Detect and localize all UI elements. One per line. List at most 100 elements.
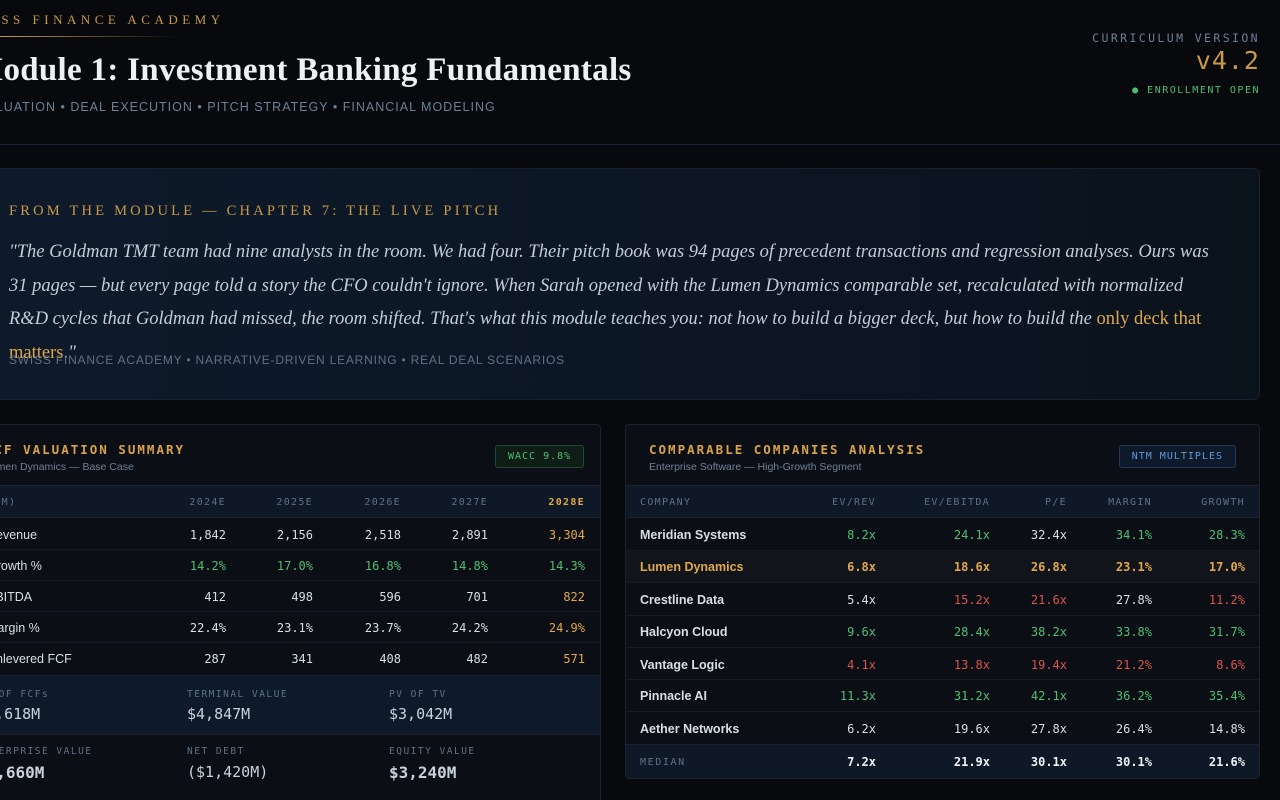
quote-body: "The Goldman TMT team had nine analysts … (9, 242, 1209, 329)
median-cell: 30.1x (1030, 755, 1067, 769)
dcf-table-header: ($M) 2024E 2025E 2026E 2027E 2028E (0, 485, 600, 518)
table-cell: 24.2% (451, 621, 488, 635)
dcf-subtitle: Lumen Dynamics — Base Case (0, 461, 134, 473)
comps-col-ev-rev: EV/REV (832, 497, 876, 508)
comps-col-company: COMPANY (640, 497, 692, 508)
net-debt-value: ($1,420M) (187, 763, 269, 781)
brand-divider (0, 36, 180, 37)
table-cell: 9.6x (847, 625, 876, 639)
company-name: Crestline Data (640, 593, 725, 607)
table-cell: 1,842 (189, 528, 226, 542)
table-cell: 24.9% (548, 621, 585, 635)
dcf-summary-top: PV OF FCFs $1,618M TERMINAL VALUE $4,847… (0, 675, 600, 735)
table-row: Meridian Systems 8.2x 24.1x 32.4x 34.1% … (626, 519, 1259, 551)
table-cell: 14.8% (1208, 722, 1245, 736)
table-cell: 412 (204, 590, 226, 604)
table-row: Margin % 22.4% 23.1% 23.7% 24.2% 24.9% (0, 612, 600, 643)
dcf-title: DCF VALUATION SUMMARY (0, 442, 186, 457)
enterprise-value-label: ENTERPRISE VALUE (0, 746, 93, 757)
table-cell: 27.8x (1030, 722, 1067, 736)
table-cell: 21.6x (1030, 593, 1067, 607)
table-cell: 23.1% (276, 621, 313, 635)
row-label: Growth % (0, 559, 42, 573)
table-cell: 14.3% (548, 559, 585, 573)
table-row-highlighted: Lumen Dynamics 6.8x 18.6x 26.8x 23.1% 17… (626, 551, 1259, 583)
table-cell: 5.4x (847, 593, 876, 607)
table-cell: 22.4% (189, 621, 226, 635)
comps-col-ev-ebitda: EV/EBITDA (924, 497, 990, 508)
dcf-col-2028: 2028E (548, 497, 585, 508)
terminal-value-label: TERMINAL VALUE (187, 689, 289, 700)
table-cell: 596 (379, 590, 401, 604)
table-cell: 3,304 (548, 528, 585, 542)
comps-title: COMPARABLE COMPANIES ANALYSIS (649, 442, 926, 457)
table-cell: 16.8% (364, 559, 401, 573)
table-cell: 14.8% (451, 559, 488, 573)
table-row: Revenue 1,842 2,156 2,518 2,891 3,304 (0, 519, 600, 550)
table-cell: 2,891 (451, 528, 488, 542)
table-cell: 498 (291, 590, 313, 604)
company-name: Halcyon Cloud (640, 625, 728, 639)
table-cell: 14.2% (189, 559, 226, 573)
table-cell: 6.8x (847, 560, 876, 574)
table-cell: 34.1% (1115, 528, 1152, 542)
table-row: Unlevered FCF 287 341 408 482 571 (0, 643, 600, 675)
terminal-value-value: $4,847M (187, 705, 251, 723)
page-title: Module 1: Investment Banking Fundamental… (0, 52, 632, 88)
dcf-summary-bottom: ENTERPRISE VALUE $4,660M NET DEBT ($1,42… (0, 735, 600, 800)
version-label: CURRICULUM VERSION (1092, 31, 1260, 45)
median-cell: 30.1% (1115, 755, 1152, 769)
table-row: EBITDA 412 498 596 701 822 (0, 581, 600, 612)
table-cell: 38.2x (1030, 625, 1067, 639)
quote-footer: SWISS FINANCE ACADEMY • NARRATIVE-DRIVEN… (9, 353, 565, 367)
table-cell: 42.1x (1030, 689, 1067, 703)
company-name: Pinnacle AI (640, 689, 707, 703)
table-cell: 2,518 (364, 528, 401, 542)
dcf-col-2026: 2026E (364, 497, 401, 508)
table-row: Growth % 14.2% 17.0% 16.8% 14.8% 14.3% (0, 550, 600, 581)
equity-value-value: $3,240M (389, 763, 457, 782)
table-cell: 27.8% (1115, 593, 1152, 607)
table-cell: 35.4% (1208, 689, 1245, 703)
table-cell: 482 (466, 652, 488, 666)
table-cell: 28.4x (953, 625, 990, 639)
table-cell: 4.1x (847, 658, 876, 672)
table-cell: 408 (379, 652, 401, 666)
table-cell: 341 (291, 652, 313, 666)
table-cell: 701 (466, 590, 488, 604)
dcf-col-2025: 2025E (276, 497, 313, 508)
version-number: v4.2 (1195, 46, 1260, 75)
comps-panel: COMPARABLE COMPANIES ANALYSIS Enterprise… (625, 424, 1260, 779)
row-label: Revenue (0, 528, 38, 542)
quote-kicker: FROM THE MODULE — CHAPTER 7: THE LIVE PI… (9, 203, 502, 219)
table-cell: 19.4x (1030, 658, 1067, 672)
table-cell: 6.2x (847, 722, 876, 736)
table-cell: 18.6x (953, 560, 990, 574)
table-cell: 31.2x (953, 689, 990, 703)
table-cell: 11.2% (1208, 593, 1245, 607)
quote-card: FROM THE MODULE — CHAPTER 7: THE LIVE PI… (0, 168, 1260, 400)
comps-col-margin: MARGIN (1108, 497, 1152, 508)
table-cell: 15.2x (953, 593, 990, 607)
table-cell: 26.8x (1030, 560, 1067, 574)
row-label: EBITDA (0, 590, 33, 604)
table-cell: 571 (563, 652, 585, 666)
header-divider (0, 144, 1280, 145)
table-cell: 11.3x (839, 689, 876, 703)
pv-tv-label: PV OF TV (389, 689, 447, 700)
company-name: Vantage Logic (640, 658, 725, 672)
pv-fcf-label: PV OF FCFs (0, 689, 50, 700)
row-label: Unlevered FCF (0, 652, 72, 666)
quote-text: "The Goldman TMT team had nine analysts … (9, 236, 1214, 370)
median-cell: 21.9x (953, 755, 990, 769)
median-row: MEDIAN 7.2x 21.9x 30.1x 30.1% 21.6% (626, 744, 1259, 778)
table-cell: 23.7% (364, 621, 401, 635)
table-cell: 13.8x (953, 658, 990, 672)
dcf-col-2027: 2027E (451, 497, 488, 508)
row-label: Margin % (0, 621, 40, 635)
table-row: Halcyon Cloud 9.6x 28.4x 38.2x 33.8% 31.… (626, 616, 1259, 648)
company-name: Aether Networks (640, 722, 740, 736)
table-cell: 26.4% (1115, 722, 1152, 736)
table-cell: 8.2x (847, 528, 876, 542)
dcf-col-2024: 2024E (189, 497, 226, 508)
